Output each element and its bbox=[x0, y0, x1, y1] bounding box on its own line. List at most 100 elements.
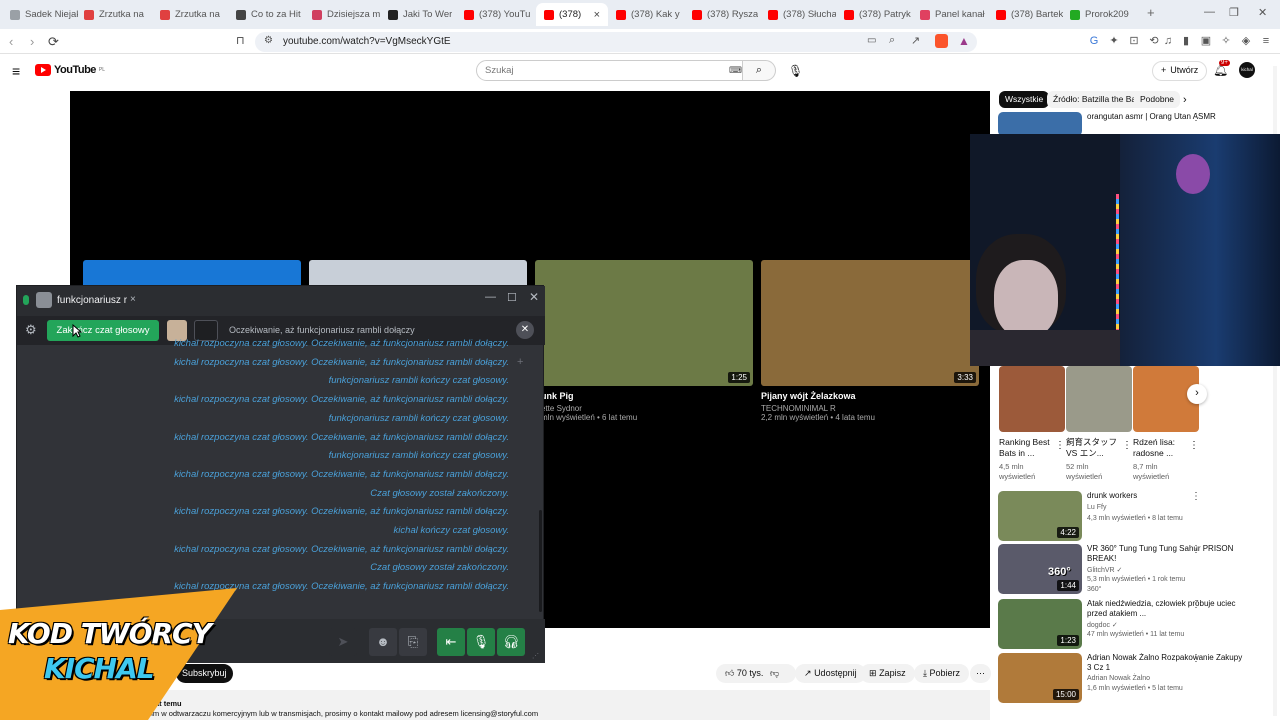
short-title[interactable]: Ranking Best Bats in ... bbox=[999, 437, 1057, 459]
video-thumbnail[interactable]: 1:44 360° bbox=[998, 544, 1082, 594]
more-vert-icon[interactable]: ⋮ bbox=[1189, 440, 1199, 451]
channel-name[interactable]: Lu Ffy bbox=[1087, 504, 1106, 511]
restore-icon[interactable]: ❐ bbox=[1229, 6, 1239, 19]
shorts-next-icon[interactable]: › bbox=[1187, 384, 1207, 404]
save-button[interactable]: ⊞ Zapisz bbox=[860, 664, 915, 683]
more-actions-button[interactable]: ⋯ bbox=[970, 664, 991, 683]
tab-close-icon[interactable]: × bbox=[130, 294, 136, 305]
short-title[interactable]: Rdzeń lisa: radosne ... bbox=[1133, 437, 1191, 459]
tab-10[interactable]: (378) Słucha bbox=[768, 5, 836, 24]
share-button[interactable]: ↗ Udostępnij bbox=[795, 664, 866, 683]
screenshot-icon[interactable]: ⊡ bbox=[1128, 35, 1140, 47]
video-title[interactable]: VR 360° Tung Tung Tung Sahur PRISON BREA… bbox=[1087, 544, 1247, 564]
video-thumbnail[interactable]: 4:22 bbox=[998, 491, 1082, 541]
more-vert-icon[interactable]: ⋮ bbox=[1191, 653, 1201, 664]
more-vert-icon[interactable]: ⋮ bbox=[1191, 491, 1201, 502]
endscreen-card[interactable]: 3:33 bbox=[761, 260, 979, 386]
list-item[interactable]: orangutan asmr | Orang Utan ASMR ⋮ bbox=[998, 112, 1270, 136]
list-item[interactable]: 4:22 drunk workers Lu Ffy 4,3 mln wyświetle… bbox=[998, 491, 1270, 543]
brave-shield-icon[interactable] bbox=[935, 34, 948, 48]
headphones-icon[interactable]: 🎧︎ bbox=[497, 628, 525, 656]
chip-similar[interactable]: Podobne bbox=[1134, 91, 1181, 108]
tab-9[interactable]: (378) Rysza bbox=[692, 5, 760, 24]
tab-7[interactable]: (378) M × bbox=[536, 3, 608, 26]
channel-name[interactable]: Adrian Nowak Żalno bbox=[1087, 675, 1150, 682]
vpn-icon[interactable]: ◈ bbox=[1240, 35, 1252, 47]
channel-name[interactable]: funkcjonariusz r bbox=[57, 295, 127, 306]
site-info-icon[interactable]: ⚙ bbox=[264, 35, 273, 46]
media-icon[interactable]: ♫ bbox=[1162, 35, 1174, 47]
endscreen-card[interactable]: 1:25 bbox=[535, 260, 753, 386]
hamburger-menu-icon[interactable]: ≡ bbox=[12, 63, 20, 79]
more-vert-icon[interactable]: ⋮ bbox=[1191, 544, 1201, 555]
video-thumbnail[interactable]: 1:23 bbox=[998, 599, 1082, 649]
new-tab-button[interactable]: + bbox=[1147, 5, 1155, 20]
cast-icon[interactable]: ▭ bbox=[867, 35, 876, 46]
chip-source[interactable]: Źródło: Batzilla the Bat bbox=[1047, 91, 1145, 108]
brave-rewards-icon[interactable]: ▲ bbox=[958, 34, 970, 48]
tab-4[interactable]: Dzisiejsza m bbox=[312, 5, 380, 24]
tab-14[interactable]: Prorok209 bbox=[1070, 5, 1138, 24]
tab-3[interactable]: Co to za Hit bbox=[236, 5, 304, 24]
download-button[interactable]: ⤓ Pobierz bbox=[914, 664, 970, 683]
tab-8[interactable]: (378) Kak y bbox=[616, 5, 684, 24]
channel-name[interactable]: dogdoc ✓ bbox=[1087, 621, 1118, 629]
sidebar-icon[interactable]: ▮ bbox=[1180, 35, 1192, 47]
mic-icon[interactable]: 🎙︎ bbox=[467, 628, 495, 656]
minimize-icon[interactable]: — bbox=[1204, 6, 1215, 18]
zoom-icon[interactable]: ⌕ bbox=[889, 34, 895, 47]
tab-1[interactable]: Zrzutka na bbox=[84, 5, 152, 24]
share-icon[interactable]: ↗ bbox=[911, 34, 920, 47]
list-item[interactable]: 1:44 360° VR 360° Tung Tung Tung Sahur PRI… bbox=[998, 544, 1270, 596]
close-call-icon[interactable]: ✕ bbox=[516, 321, 534, 339]
wallet-icon[interactable]: ▣ bbox=[1200, 35, 1212, 47]
video-thumbnail[interactable]: 15:00 bbox=[998, 653, 1082, 703]
extensions-icon[interactable]: ✦ bbox=[1108, 35, 1120, 47]
channel-name[interactable]: GlitchVR ✓ bbox=[1087, 566, 1122, 574]
list-item[interactable]: 1:23 Atak niedźwiedzia, człowiek próbuje … bbox=[998, 599, 1270, 651]
video-title[interactable]: orangutan asmr | Orang Utan ASMR bbox=[1087, 112, 1247, 122]
more-vert-icon[interactable]: ⋮ bbox=[1122, 440, 1132, 451]
short-title[interactable]: 飼育スタッフ VS エン... bbox=[1066, 437, 1124, 459]
maximize-icon[interactable]: ☐ bbox=[507, 291, 517, 304]
settings-icon[interactable]: ⚙ bbox=[25, 322, 37, 338]
endcard-title[interactable]: Pijany wójt Żelazkowa bbox=[761, 391, 856, 401]
add-friend-icon[interactable]: + bbox=[517, 356, 523, 368]
close-window-icon[interactable]: ✕ bbox=[1258, 6, 1267, 19]
tab-2[interactable]: Zrzutka na bbox=[160, 5, 228, 24]
close-window-icon[interactable]: ✕ bbox=[529, 290, 539, 304]
list-item[interactable]: 15:00 Adrian Nowak Żalno Rozpakowanie Zak… bbox=[998, 653, 1270, 705]
create-button[interactable]: + Utwórz bbox=[1152, 61, 1208, 81]
video-title[interactable]: drunk workers bbox=[1087, 491, 1247, 501]
ai-icon[interactable]: ✧ bbox=[1220, 35, 1232, 47]
send-icon[interactable]: ➤ bbox=[329, 628, 357, 656]
thumbs-down-icon[interactable]: 👎︎ bbox=[770, 668, 779, 679]
menu-icon[interactable]: ≡ bbox=[1260, 35, 1272, 47]
resize-grip-icon[interactable]: ⋰ bbox=[532, 652, 539, 660]
back-icon[interactable]: ‹ bbox=[9, 34, 13, 49]
more-vert-icon[interactable]: ⋮ bbox=[1191, 599, 1201, 610]
more-vert-icon[interactable]: ⋮ bbox=[1055, 440, 1065, 451]
bookmark-icon[interactable]: ⊓ bbox=[236, 34, 245, 47]
video-thumbnail[interactable] bbox=[998, 112, 1082, 136]
short-thumbnail[interactable] bbox=[1066, 366, 1132, 432]
tab-12[interactable]: Panel kanał bbox=[920, 5, 988, 24]
search-input[interactable]: Szukaj bbox=[476, 60, 743, 81]
short-thumbnail[interactable] bbox=[999, 366, 1065, 432]
tab-13[interactable]: (378) Bartek bbox=[996, 5, 1064, 24]
chip-all[interactable]: Wszystkie bbox=[999, 91, 1050, 108]
translate-icon[interactable]: G bbox=[1088, 35, 1100, 47]
tab-close-icon[interactable]: × bbox=[594, 9, 600, 21]
forward-icon[interactable]: › bbox=[30, 34, 34, 49]
keyboard-icon[interactable]: ⌨ bbox=[729, 65, 742, 76]
tab-6[interactable]: (378) YouTu bbox=[464, 5, 532, 24]
leave-call-icon[interactable]: ⇤ bbox=[437, 628, 465, 656]
video-title[interactable]: Atak niedźwiedzia, człowiek próbuje ucie… bbox=[1087, 599, 1247, 619]
scrollbar[interactable] bbox=[539, 510, 542, 612]
emoji-icon[interactable]: ☻ bbox=[369, 628, 397, 656]
tab-11[interactable]: (378) Patryk bbox=[844, 5, 912, 24]
tab-0[interactable]: Sadek Niejaki bbox=[10, 5, 78, 24]
like-button[interactable]: 👍︎ 70 tys. bbox=[716, 664, 796, 683]
video-title[interactable]: Adrian Nowak Żalno Rozpakowanie Zakupy 3… bbox=[1087, 653, 1247, 673]
youtube-logo[interactable]: YouTube PL bbox=[35, 64, 105, 76]
